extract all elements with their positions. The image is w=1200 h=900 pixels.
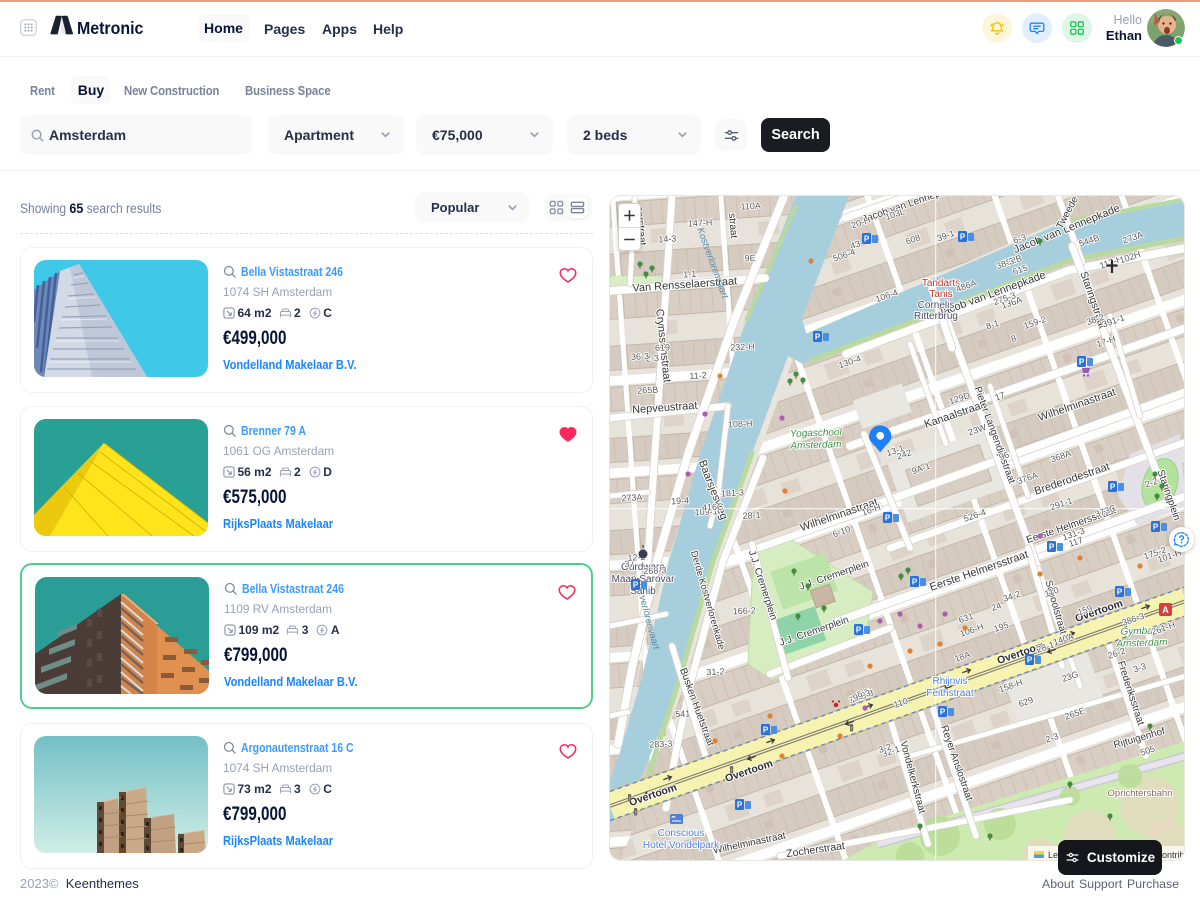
svg-text:Hotel Vondelpark: Hotel Vondelpark bbox=[643, 840, 720, 851]
svg-text:28-1: 28-1 bbox=[742, 510, 761, 521]
svg-text:P: P bbox=[1110, 483, 1116, 492]
svg-text:P: P bbox=[737, 801, 743, 810]
svg-text:283-3: 283-3 bbox=[649, 738, 673, 749]
svg-text:36-3: 36-3 bbox=[631, 351, 650, 362]
svg-text:P: P bbox=[1117, 588, 1123, 597]
svg-text:166-2: 166-2 bbox=[732, 605, 756, 616]
svg-text:Cornelis: Cornelis bbox=[918, 300, 955, 311]
svg-text:straat: straat bbox=[726, 213, 739, 239]
svg-text:541: 541 bbox=[675, 708, 691, 719]
svg-text:Rhijnvis: Rhijnvis bbox=[932, 676, 967, 687]
svg-text:416C: 416C bbox=[702, 502, 725, 513]
svg-text:11-2: 11-2 bbox=[689, 370, 707, 381]
svg-text:110A: 110A bbox=[740, 201, 761, 212]
svg-text:Oprichtersbahn: Oprichtersbahn bbox=[1108, 788, 1173, 799]
svg-text:Feithstraat: Feithstraat bbox=[926, 688, 973, 699]
svg-text:14-3: 14-3 bbox=[658, 234, 677, 245]
svg-text:Yogaschool: Yogaschool bbox=[790, 427, 843, 440]
svg-text:619: 619 bbox=[655, 342, 671, 353]
svg-text:273A: 273A bbox=[621, 492, 643, 503]
svg-text:P: P bbox=[885, 514, 891, 523]
svg-text:232-H: 232-H bbox=[730, 341, 755, 352]
svg-text:9E: 9E bbox=[744, 253, 756, 264]
svg-text:P: P bbox=[1027, 656, 1033, 665]
svg-text:31-2: 31-2 bbox=[706, 666, 725, 677]
svg-text:P: P bbox=[960, 233, 966, 242]
svg-text:Tandarts: Tandarts bbox=[922, 278, 960, 289]
svg-text:Amsterdam: Amsterdam bbox=[789, 439, 841, 452]
svg-text:P: P bbox=[633, 581, 639, 590]
svg-text:P: P bbox=[763, 726, 769, 735]
svg-text:P: P bbox=[912, 578, 918, 587]
svg-text:265B: 265B bbox=[637, 385, 659, 396]
svg-text:Conscious: Conscious bbox=[658, 828, 705, 839]
svg-text:P: P bbox=[1153, 523, 1159, 532]
svg-text:19-4: 19-4 bbox=[671, 495, 690, 506]
svg-text:Tanis: Tanis bbox=[929, 289, 952, 300]
svg-text:108-H: 108-H bbox=[728, 418, 753, 429]
svg-text:P: P bbox=[1079, 358, 1085, 367]
svg-text:268-3: 268-3 bbox=[643, 565, 667, 576]
svg-text:P: P bbox=[940, 708, 946, 717]
svg-text:Ritterbrug: Ritterbrug bbox=[914, 311, 958, 322]
svg-text:A: A bbox=[1162, 605, 1169, 615]
svg-text:P: P bbox=[864, 235, 870, 244]
svg-text:181-3: 181-3 bbox=[721, 487, 745, 498]
svg-text:P: P bbox=[815, 333, 821, 342]
svg-text:147-H: 147-H bbox=[688, 217, 713, 228]
svg-text:1-1: 1-1 bbox=[683, 269, 697, 280]
svg-text:P: P bbox=[1049, 543, 1055, 552]
svg-text:P: P bbox=[856, 626, 862, 635]
